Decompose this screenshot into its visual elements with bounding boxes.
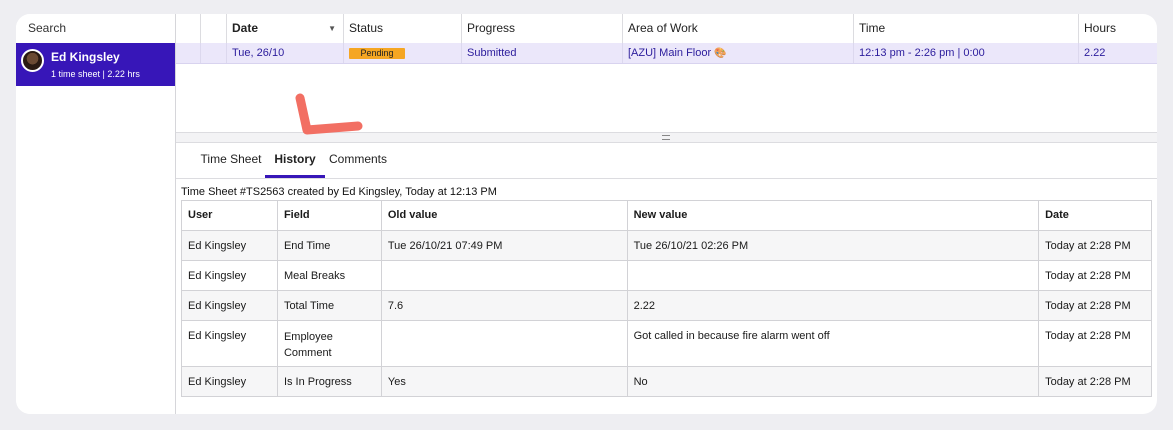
cell-date: Today at 2:28 PM: [1038, 320, 1152, 367]
cell-new-value: Tue 26/10/21 02:26 PM: [626, 230, 1040, 261]
row-selector[interactable]: [200, 43, 226, 63]
cell-user: Ed Kingsley: [181, 290, 278, 321]
main-panel: Date ▼ Status Progress Area of Work Time…: [176, 14, 1157, 414]
header-field: Field: [276, 200, 382, 231]
cell-old-value: [380, 260, 628, 291]
table-row: Ed Kingsley Employee Comment Got called …: [181, 320, 1152, 367]
cell-old-value: Yes: [380, 366, 628, 397]
grid-header: Date ▼ Status Progress Area of Work Time…: [176, 14, 1157, 44]
cell-field: Total Time: [276, 290, 382, 321]
cell-user: Ed Kingsley: [181, 230, 278, 261]
select-column[interactable]: [200, 14, 226, 43]
row-date: Tue, 26/10: [226, 43, 343, 63]
sort-down-icon[interactable]: ▼: [328, 14, 336, 43]
tab-comments[interactable]: Comments: [326, 142, 390, 178]
cell-date: Today at 2:28 PM: [1038, 366, 1152, 397]
app-frame: Search Ed Kingsley 1 time sheet | 2.22 h…: [16, 14, 1157, 414]
table-row: Ed Kingsley Total Time 7.6 2.22 Today at…: [181, 290, 1152, 321]
cell-user: Ed Kingsley: [181, 366, 278, 397]
cell-date: Today at 2:28 PM: [1038, 290, 1152, 321]
row-area: [AZU] Main Floor 🎨: [622, 43, 853, 63]
detail-tabs: Time Sheet History Comments: [176, 142, 1157, 179]
header-user: User: [181, 200, 278, 231]
created-info: Time Sheet #TS2563 created by Ed Kingsle…: [181, 186, 497, 198]
column-label: Date: [232, 21, 259, 35]
column-date[interactable]: Date ▼: [226, 14, 343, 43]
table-row: Ed Kingsley End Time Tue 26/10/21 07:49 …: [181, 230, 1152, 261]
row-status: Pending: [343, 43, 461, 63]
row-hours: 2.22: [1078, 43, 1157, 63]
table-row: Ed Kingsley Is In Progress Yes No Today …: [181, 366, 1152, 397]
cell-field: Meal Breaks: [276, 260, 382, 291]
cell-field: Is In Progress: [276, 366, 382, 397]
row-progress: Submitted: [461, 43, 622, 63]
table-row[interactable]: Tue, 26/10 Pending Submitted [AZU] Main …: [176, 43, 1157, 64]
employee-name: Ed Kingsley: [51, 50, 120, 64]
cell-date: Today at 2:28 PM: [1038, 230, 1152, 261]
cell-new-value: 2.22: [626, 290, 1040, 321]
row-time: 12:13 pm - 2:26 pm | 0:00: [853, 43, 1078, 63]
search-input[interactable]: Search: [16, 14, 175, 44]
row-area-label: [AZU] Main Floor: [628, 47, 712, 59]
column-status[interactable]: Status: [343, 14, 461, 43]
cell-field: End Time: [276, 230, 382, 261]
palette-icon: 🎨: [714, 48, 727, 59]
employee-item[interactable]: Ed Kingsley 1 time sheet | 2.22 hrs: [16, 43, 175, 86]
cell-old-value: Tue 26/10/21 07:49 PM: [380, 230, 628, 261]
cell-user: Ed Kingsley: [181, 260, 278, 291]
grip-icon[interactable]: [662, 135, 670, 140]
cell-old-value: 7.6: [380, 290, 628, 321]
column-progress[interactable]: Progress: [461, 14, 622, 43]
cell-new-value: Got called in because fire alarm went of…: [626, 320, 1040, 367]
header-new-value: New value: [626, 200, 1040, 231]
table-row: Ed Kingsley Meal Breaks Today at 2:28 PM: [181, 260, 1152, 291]
cell-new-value: No: [626, 366, 1040, 397]
tab-time-sheet[interactable]: Time Sheet: [196, 142, 266, 178]
cell-user: Ed Kingsley: [181, 320, 278, 367]
status-badge: Pending: [349, 48, 405, 59]
cell-new-value: [626, 260, 1040, 291]
column-time[interactable]: Time: [853, 14, 1078, 43]
avatar: [21, 49, 44, 72]
employee-summary: 1 time sheet | 2.22 hrs: [51, 69, 140, 79]
tab-history[interactable]: History: [265, 142, 325, 178]
cell-field: Employee Comment: [276, 320, 382, 367]
cell-old-value: [380, 320, 628, 367]
sidebar: Search Ed Kingsley 1 time sheet | 2.22 h…: [16, 14, 176, 414]
history-table: User Field Old value New value Date Ed K…: [181, 200, 1152, 397]
column-area[interactable]: Area of Work: [622, 14, 853, 43]
header-old-value: Old value: [380, 200, 628, 231]
column-hours[interactable]: Hours: [1078, 14, 1157, 43]
header-date: Date: [1038, 200, 1152, 231]
cell-date: Today at 2:28 PM: [1038, 260, 1152, 291]
